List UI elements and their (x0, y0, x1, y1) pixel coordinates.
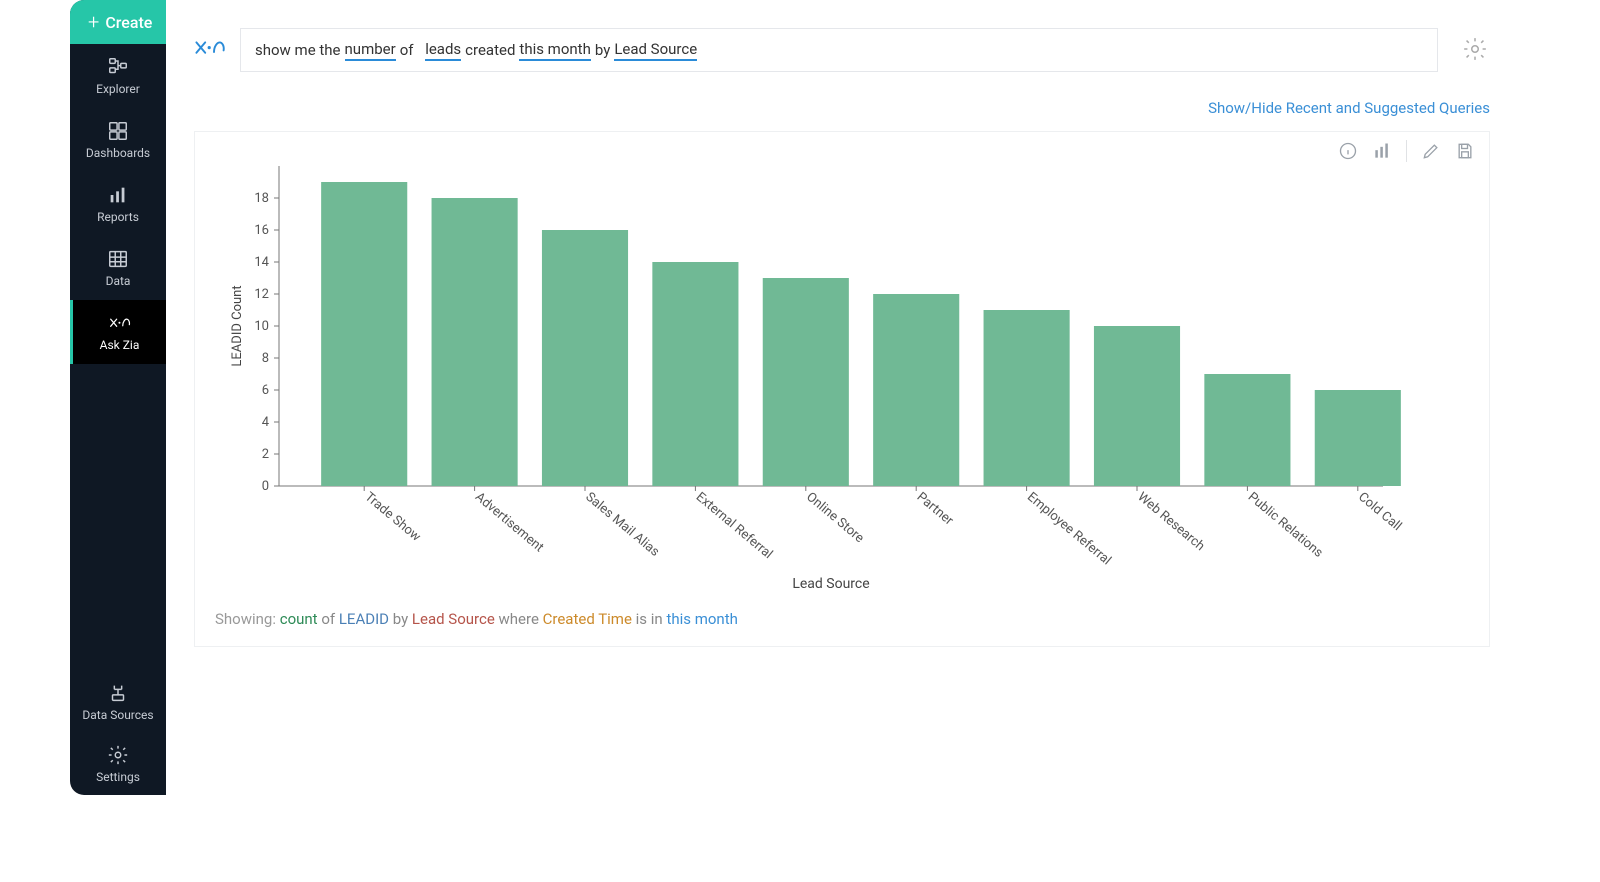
svg-text:4: 4 (262, 415, 270, 430)
svg-text:Lead Source: Lead Source (792, 576, 869, 592)
svg-text:8: 8 (262, 351, 269, 366)
suggested-row: Show/Hide Recent and Suggested Queries (194, 98, 1490, 117)
svg-text:12: 12 (254, 287, 269, 302)
svg-text:Public Relations: Public Relations (1245, 490, 1326, 561)
svg-text:14: 14 (254, 255, 269, 270)
query-text-static: by (595, 41, 610, 59)
showing-where: where (499, 610, 539, 628)
chart-card: 0 2 4 6 8 10 12 14 16 18 Trade Show Advertisement Sa… (194, 131, 1490, 647)
svg-text:2: 2 (262, 447, 269, 462)
showing-by: by (393, 610, 408, 628)
svg-text:Trade Show: Trade Show (362, 490, 424, 545)
svg-text:Partner: Partner (914, 490, 957, 529)
svg-text:18: 18 (254, 191, 269, 206)
showing-created-time: Created Time (543, 610, 632, 628)
sidebar: + Create Explorer Dashboards Reports (70, 0, 166, 795)
showing-of: of (321, 610, 335, 628)
sidebar-item-explorer[interactable]: Explorer (70, 44, 166, 108)
showing-count: count (280, 610, 318, 628)
datasource-icon (107, 682, 129, 704)
bar-chart-icon (107, 184, 129, 206)
card-toolbar (1338, 140, 1475, 162)
svg-text:Web Research: Web Research (1134, 490, 1207, 555)
showing-leadid: LEADID (339, 610, 389, 628)
create-button[interactable]: + Create (70, 0, 166, 44)
svg-text:6: 6 (262, 383, 269, 398)
sidebar-item-dashboards[interactable]: Dashboards (70, 108, 166, 172)
svg-text:LEADID Count: LEADID Count (230, 285, 245, 366)
zia-logo-icon (194, 36, 226, 64)
toggle-suggested-link[interactable]: Show/Hide Recent and Suggested Queries (1208, 99, 1490, 117)
svg-text:Online Store: Online Store (803, 490, 866, 547)
edit-button[interactable] (1421, 141, 1441, 161)
sidebar-item-data[interactable]: Data (70, 236, 166, 300)
grid-icon (107, 120, 129, 142)
svg-text:Employee Referral: Employee Referral (1024, 490, 1114, 569)
svg-text:External Referral: External Referral (693, 490, 775, 563)
sidebar-item-label: Dashboards (86, 146, 150, 160)
query-row: show me the number of leads created this… (194, 28, 1490, 72)
zia-icon (109, 312, 131, 334)
svg-text:Sales Mail Alias: Sales Mail Alias (582, 490, 662, 560)
table-icon (107, 248, 129, 270)
info-button[interactable] (1338, 141, 1358, 161)
svg-text:Advertisement: Advertisement (472, 490, 546, 556)
svg-text:Cold Call: Cold Call (1355, 490, 1403, 535)
query-input[interactable]: show me the number of leads created this… (240, 28, 1438, 72)
sidebar-item-label: Ask Zia (100, 338, 140, 352)
showing-text: Showing: count of LEADID by Lead Source … (215, 610, 1465, 628)
showing-lead-source: Lead Source (412, 610, 495, 628)
chart-svg: 0 2 4 6 8 10 12 14 16 18 Trade Show Advertisement Sa… (223, 156, 1403, 596)
query-text-static: created (465, 41, 515, 59)
sidebar-item-ask-zia[interactable]: Ask Zia (70, 300, 166, 364)
showing-is-in: is in (636, 610, 663, 628)
sidebar-item-label: Data (106, 274, 131, 288)
query-token-this-month[interactable]: this month (519, 40, 590, 61)
sidebar-item-data-sources[interactable]: Data Sources (70, 671, 166, 733)
sidebar-item-label: Data Sources (82, 708, 153, 722)
svg-text:10: 10 (254, 319, 269, 334)
plus-icon: + (88, 12, 99, 32)
sidebar-item-label: Explorer (96, 82, 140, 96)
query-token-lead-source[interactable]: Lead Source (614, 40, 697, 61)
query-token-leads[interactable]: leads (425, 40, 461, 61)
chart-type-button[interactable] (1372, 141, 1392, 161)
sidebar-item-settings[interactable]: Settings (70, 733, 166, 795)
create-label: Create (105, 13, 152, 32)
chart: 0 2 4 6 8 10 12 14 16 18 Trade Show Advertisement Sa… (215, 146, 1465, 600)
gear-icon (107, 744, 129, 766)
settings-button[interactable] (1462, 36, 1490, 64)
save-button[interactable] (1455, 141, 1475, 161)
showing-this-month: this month (666, 610, 737, 628)
sidebar-item-reports[interactable]: Reports (70, 172, 166, 236)
showing-prefix: Showing: (215, 610, 276, 628)
toolbar-divider (1406, 140, 1407, 162)
main: show me the number of leads created this… (166, 0, 1530, 795)
svg-text:16: 16 (254, 223, 269, 238)
nav: Explorer Dashboards Reports Data (70, 44, 166, 795)
sidebar-item-label: Reports (97, 210, 139, 224)
query-text-static: show me the (255, 41, 341, 59)
query-text-static: of (400, 41, 414, 59)
query-token-number[interactable]: number (345, 40, 396, 61)
tree-icon (107, 56, 129, 78)
sidebar-item-label: Settings (96, 770, 140, 784)
svg-text:0: 0 (262, 479, 269, 494)
